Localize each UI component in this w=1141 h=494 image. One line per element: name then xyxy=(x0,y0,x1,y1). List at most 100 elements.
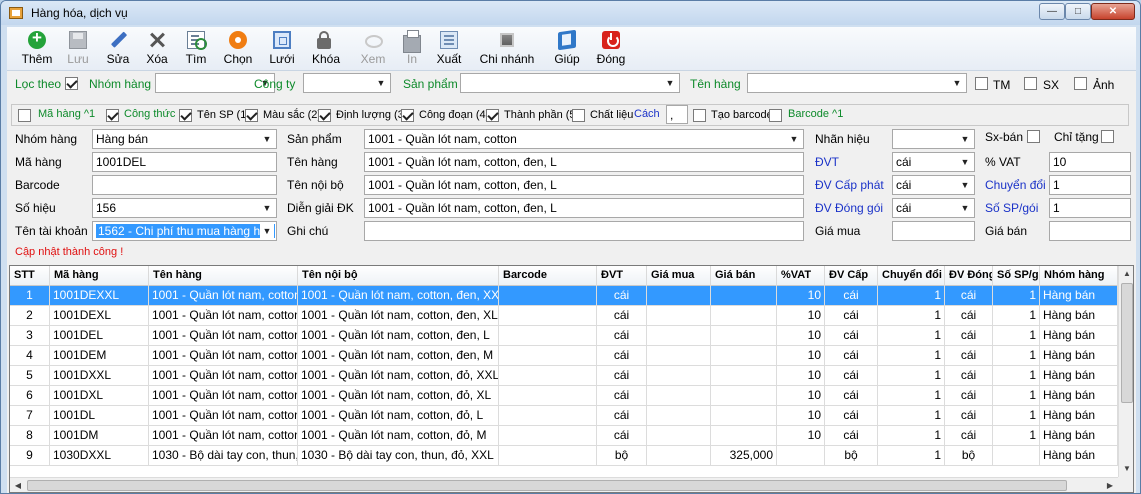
sx-ban-checkbox[interactable] xyxy=(1027,130,1040,143)
column-header[interactable]: Chuyển đổi xyxy=(878,266,945,286)
table-row[interactable]: 4 1001DEM 1001 - Quần lót nam, cotton... 10… xyxy=(10,346,1118,366)
pack-unit-combo[interactable]: cái ▼ xyxy=(892,198,975,218)
column-header[interactable]: Số SP/gói xyxy=(993,266,1040,286)
purchase-price-field[interactable] xyxy=(892,221,975,241)
column-header[interactable]: Tên nội bộ xyxy=(298,266,499,286)
account-number-combo[interactable]: 156 ▼ xyxy=(92,198,277,218)
create-barcode-checkbox[interactable] xyxy=(693,109,706,122)
toolbar-save-button[interactable]: Lưu xyxy=(59,31,97,69)
window-close-button[interactable]: ✕ xyxy=(1091,3,1135,20)
toolbar-gear-button[interactable]: Chọn xyxy=(215,31,261,69)
horizontal-scrollbar[interactable]: ◀ ▶ xyxy=(10,477,1118,492)
separator-field[interactable]: , xyxy=(666,105,688,124)
filter-by-checkbox[interactable] xyxy=(65,77,78,90)
quantity-checkbox[interactable] xyxy=(318,109,331,122)
table-row[interactable]: 9 1030DXXL 1030 - Bộ dài tay con, thun,...… xyxy=(10,446,1118,466)
column-header[interactable]: Nhóm hàng xyxy=(1040,266,1118,286)
color-checkbox[interactable] xyxy=(245,109,258,122)
formula-checkbox[interactable] xyxy=(106,109,119,122)
toolbar-close-button[interactable]: Đóng xyxy=(589,31,633,69)
column-header[interactable]: %VAT xyxy=(777,266,825,286)
filter-item-name-combo[interactable]: ▼ xyxy=(747,73,967,93)
column-header[interactable]: ĐVT xyxy=(597,266,647,286)
description-field[interactable]: 1001 - Quần lót nam, cotton, đen, L xyxy=(364,198,804,218)
scroll-down-icon[interactable]: ▼ xyxy=(1119,461,1133,477)
filter-product-combo[interactable]: ▼ xyxy=(460,73,680,93)
sale-price-field[interactable] xyxy=(1049,221,1131,241)
toolbar-delete-button[interactable]: Xóa xyxy=(137,31,177,69)
vertical-scrollbar[interactable]: ▲ ▼ xyxy=(1118,266,1133,477)
toolbar-help-button[interactable]: Giúp xyxy=(545,29,589,69)
stage-checkbox[interactable] xyxy=(401,109,414,122)
minimize-button[interactable]: — xyxy=(1039,3,1065,20)
item-name-field[interactable]: 1001 - Quần lót nam, cotton, đen, L xyxy=(364,152,804,172)
group-combo[interactable]: Hàng bán ▼ xyxy=(92,129,277,149)
toolbar-label: Xem xyxy=(360,52,386,66)
item-name-label: Tên hàng xyxy=(287,155,338,169)
toolbar-export-button[interactable]: Xuất xyxy=(429,31,469,69)
material-checkbox[interactable] xyxy=(572,109,585,122)
component-checkbox[interactable] xyxy=(486,109,499,122)
items-grid: STT Mã hàng Tên hàng Tên nội bộ Barcode ĐVT Gi… xyxy=(9,265,1134,493)
table-row[interactable]: 7 1001DL 1001 - Quần lót nam, cotton... 100… xyxy=(10,406,1118,426)
table-row[interactable]: 2 1001DEXL 1001 - Quần lót nam, cotton... 1… xyxy=(10,306,1118,326)
horizontal-scroll-thumb[interactable] xyxy=(27,480,1067,491)
barcode-field[interactable] xyxy=(92,175,277,195)
conversion-field[interactable]: 1 xyxy=(1049,175,1131,195)
column-header[interactable]: Mã hàng xyxy=(50,266,149,286)
item-code-checkbox[interactable] xyxy=(18,109,31,122)
column-header[interactable]: Barcode xyxy=(499,266,597,286)
product-name-checkbox[interactable] xyxy=(179,109,192,122)
table-cell: 10 xyxy=(777,426,825,446)
table-row[interactable]: 5 1001DXXL 1001 - Quần lót nam, cotton... 1… xyxy=(10,366,1118,386)
table-cell: 1 xyxy=(878,386,945,406)
scroll-up-icon[interactable]: ▲ xyxy=(1119,266,1133,282)
scroll-right-icon[interactable]: ▶ xyxy=(1102,478,1118,492)
status-message: Cập nhật thành công ! xyxy=(15,246,124,258)
table-row[interactable]: 6 1001DXL 1001 - Quần lót nam, cotton... 10… xyxy=(10,386,1118,406)
toolbar-add-button[interactable]: Thêm xyxy=(15,28,59,69)
items-per-pack-field[interactable]: 1 xyxy=(1049,198,1131,218)
item-code-field[interactable]: 1001DEL xyxy=(92,152,277,172)
unit-combo[interactable]: cái ▼ xyxy=(892,152,975,172)
toolbar-find-button[interactable]: Tìm xyxy=(177,31,215,69)
brand-combo[interactable]: ▼ xyxy=(892,129,975,149)
toolbar-branch-button[interactable]: Chi nhánh xyxy=(469,31,545,69)
product-combo[interactable]: 1001 - Quần lót nam, cotton ▼ xyxy=(364,129,804,149)
table-row[interactable]: 3 1001DEL 1001 - Quần lót nam, cotton... 10… xyxy=(10,326,1118,346)
toolbar-edit-button[interactable]: Sửa xyxy=(99,31,137,69)
image-checkbox[interactable] xyxy=(1074,77,1087,90)
table-row[interactable]: 8 1001DM 1001 - Quần lót nam, cotton... 100… xyxy=(10,426,1118,446)
toolbar-grid-button[interactable]: Lưới xyxy=(261,31,303,69)
column-header[interactable]: Giá bán xyxy=(711,266,777,286)
filter-company-combo[interactable]: ▼ xyxy=(303,73,391,93)
group-value: Hàng bán xyxy=(96,132,149,146)
issue-unit-combo[interactable]: cái ▼ xyxy=(892,175,975,195)
toolbar-print-button[interactable]: In xyxy=(395,30,429,69)
scroll-left-icon[interactable]: ◀ xyxy=(10,478,26,492)
column-header[interactable]: ĐV Cấp xyxy=(825,266,878,286)
table-cell: bộ xyxy=(945,446,993,466)
barcode-checkbox[interactable] xyxy=(769,109,782,122)
sx-label: SX xyxy=(1043,78,1060,92)
toolbar-view-button[interactable]: Xem xyxy=(351,31,395,69)
toolbar-lock-button[interactable]: Khóa xyxy=(303,31,349,69)
account-name-combo[interactable]: 1562 - Chi phí thu mua hàng hóa ▼ xyxy=(92,221,277,241)
column-header[interactable]: Tên hàng xyxy=(149,266,298,286)
internal-name-field[interactable]: 1001 - Quần lót nam, cotton, đen, L xyxy=(364,175,804,195)
maximize-button[interactable]: □ xyxy=(1065,3,1091,20)
table-cell: 1001 - Quần lót nam, cotton... xyxy=(149,346,298,366)
sx-checkbox[interactable] xyxy=(1024,77,1037,90)
gift-only-checkbox[interactable] xyxy=(1101,130,1114,143)
tm-checkbox[interactable] xyxy=(975,77,988,90)
note-field[interactable] xyxy=(364,221,804,241)
table-cell: cái xyxy=(945,426,993,446)
table-cell: cái xyxy=(825,346,878,366)
vertical-scroll-thumb[interactable] xyxy=(1121,283,1133,403)
table-row[interactable]: 1 1001DEXXL 1001 - Quần lót nam, cotton...… xyxy=(10,286,1118,306)
column-header[interactable]: ĐV Đóng gói xyxy=(945,266,993,286)
column-header[interactable]: Giá mua xyxy=(647,266,711,286)
table-cell xyxy=(647,306,711,326)
vat-field[interactable]: 10 xyxy=(1049,152,1131,172)
column-header[interactable]: STT xyxy=(10,266,50,286)
